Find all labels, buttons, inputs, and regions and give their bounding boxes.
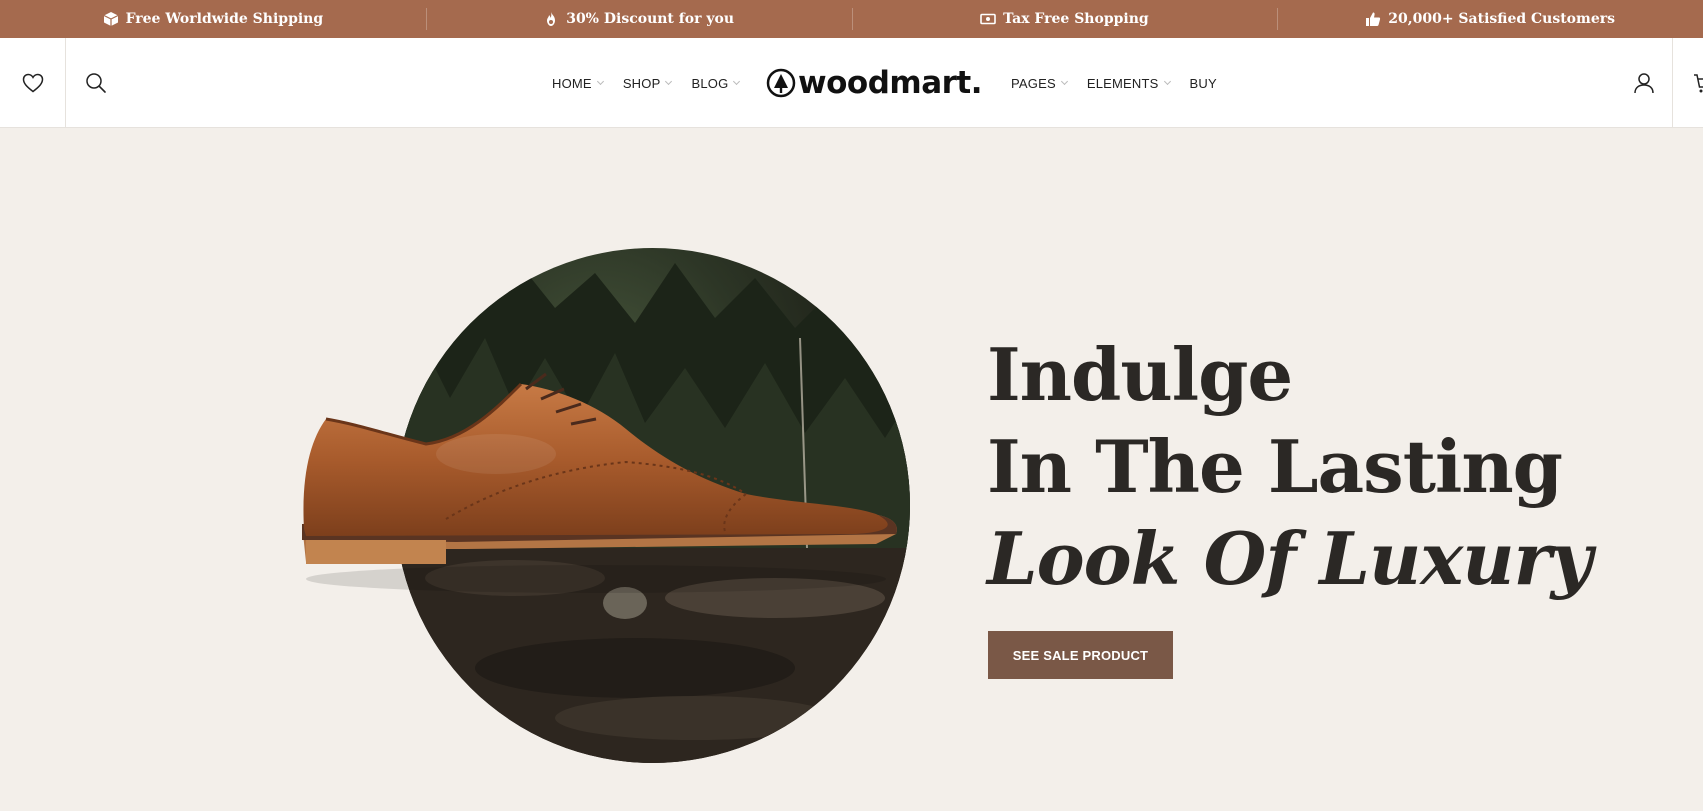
money-icon	[980, 13, 996, 25]
hero-headline-line2: In The Lasting	[987, 424, 1563, 509]
nav-item-shop[interactable]: SHOP	[623, 76, 673, 91]
fire-icon	[547, 12, 556, 26]
hero-headline-line3: Look Of Luxury	[987, 516, 1592, 601]
account-button[interactable]	[1630, 69, 1658, 97]
search-icon	[86, 73, 106, 93]
box-icon	[103, 12, 118, 26]
see-sale-product-button[interactable]: SEE SALE PRODUCT	[988, 631, 1173, 679]
cart-icon	[1694, 74, 1703, 93]
hero-section: Indulge In The Lasting Look Of Luxury SE…	[0, 129, 1703, 811]
promo-item-discount: 30% Discount for you	[425, 0, 852, 38]
main-nav-left: HOME SHOP BLOG	[552, 38, 759, 128]
hero-headline: Indulge In The Lasting Look Of Luxury	[987, 329, 1592, 605]
promo-item-customers: 20,000+ Satisfied Customers	[1277, 0, 1703, 38]
site-header: HOME SHOP BLOG woodmart. PAGES ELEMENTS …	[0, 38, 1703, 128]
chevron-down-icon	[596, 77, 604, 86]
promo-text: Tax Free Shopping	[1003, 11, 1149, 27]
promo-text: 30% Discount for you	[566, 11, 735, 27]
thumbs-up-icon	[1366, 12, 1381, 26]
cart-button[interactable]	[1672, 38, 1703, 128]
chevron-down-icon	[1163, 77, 1171, 86]
heart-icon	[22, 73, 43, 93]
promo-item-tax: Tax Free Shopping	[851, 0, 1278, 38]
hero-headline-line1: Indulge	[987, 332, 1293, 417]
chevron-down-icon	[665, 77, 673, 86]
main-nav-right: PAGES ELEMENTS BUY	[1011, 38, 1237, 128]
nav-item-blog[interactable]: BLOG	[691, 76, 741, 91]
nav-item-pages[interactable]: PAGES	[1011, 76, 1068, 91]
wishlist-button[interactable]	[0, 38, 66, 128]
nav-item-buy[interactable]: BUY	[1190, 76, 1217, 91]
nav-item-elements[interactable]: ELEMENTS	[1087, 76, 1171, 91]
hero-shoe-image	[302, 372, 897, 593]
nav-item-home[interactable]: HOME	[552, 76, 604, 91]
chevron-down-icon	[1060, 77, 1068, 86]
promo-text: Free Worldwide Shipping	[125, 11, 324, 27]
user-icon	[1634, 73, 1654, 94]
site-logo[interactable]: woodmart.	[766, 65, 983, 101]
promo-text: 20,000+ Satisfied Customers	[1388, 11, 1616, 27]
promo-bar: Free Worldwide Shipping 30% Discount for…	[0, 0, 1703, 38]
chevron-down-icon	[733, 77, 741, 86]
logo-text: woodmart.	[798, 65, 983, 101]
promo-item-shipping: Free Worldwide Shipping	[0, 0, 426, 38]
logo-tree-icon	[766, 68, 796, 98]
search-button[interactable]	[82, 69, 110, 97]
